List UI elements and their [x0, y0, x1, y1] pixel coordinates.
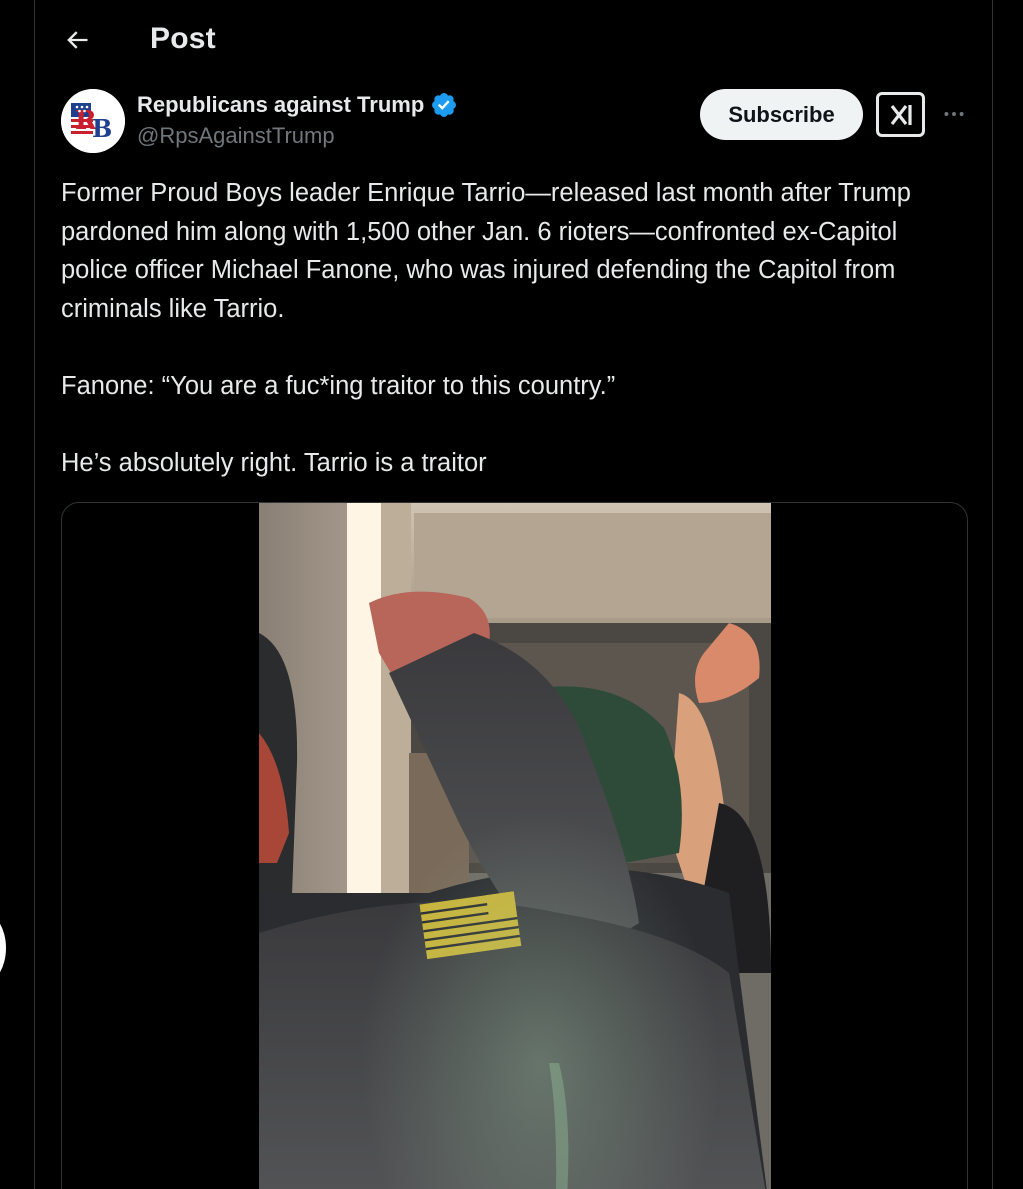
post-paragraph: Former Proud Boys leader Enrique Tarrio—…	[61, 179, 918, 323]
column-right-border	[992, 0, 993, 1189]
post-header: Post	[35, 0, 992, 80]
subscribe-button[interactable]: Subscribe	[700, 89, 863, 140]
column-left-border	[34, 0, 35, 1189]
grok-icon	[890, 104, 912, 125]
page-title: Post	[150, 22, 216, 55]
grok-button[interactable]	[876, 92, 925, 137]
back-button[interactable]	[57, 20, 97, 60]
svg-text:B: B	[92, 114, 112, 143]
arrow-left-icon	[67, 31, 88, 49]
more-options-button[interactable]	[940, 100, 968, 128]
author-name[interactable]: Republicans against Trump	[137, 92, 424, 118]
video-player[interactable]	[259, 503, 771, 1189]
post-media[interactable]	[61, 502, 968, 1189]
republicans-against-trump-logo-icon: R B	[61, 89, 125, 153]
video-frame	[259, 503, 771, 1189]
author-handle[interactable]: @RpsAgainstTrump	[137, 123, 335, 149]
author-name-row[interactable]: Republicans against Trump	[137, 90, 458, 120]
post-paragraph: Fanone: “You are a fuc*ing traitor to th…	[61, 371, 616, 400]
avatar[interactable]: R B	[61, 89, 125, 153]
more-icon	[944, 112, 964, 116]
verified-badge-icon	[432, 93, 457, 117]
post-text: Former Proud Boys leader Enrique Tarrio—…	[61, 174, 971, 482]
left-rail	[0, 0, 35, 1189]
post-paragraph: He’s absolutely right. Tarrio is a trait…	[61, 448, 487, 477]
